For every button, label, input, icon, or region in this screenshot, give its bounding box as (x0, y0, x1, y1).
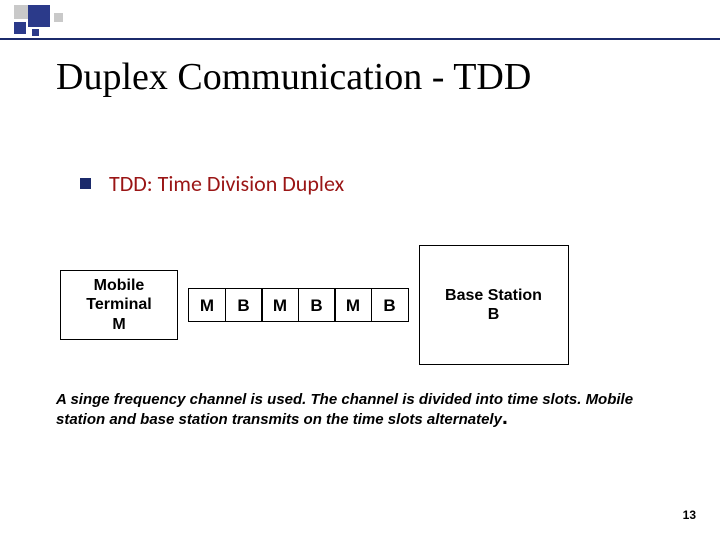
time-slot: M (188, 288, 226, 322)
mobile-terminal-box: Mobile Terminal M (60, 270, 178, 340)
tdd-diagram: Mobile Terminal M M B M B M B Base Stati… (60, 245, 569, 365)
time-slot: M (334, 288, 372, 322)
time-slot: M (261, 288, 299, 322)
corner-decoration (14, 5, 84, 35)
time-slot: B (298, 288, 336, 322)
bullet-item: TDD: Time Division Duplex (80, 170, 344, 197)
mobile-terminal-line3: M (61, 315, 177, 334)
time-slot: B (371, 288, 409, 322)
bullet-text: TDD: Time Division Duplex (109, 170, 344, 197)
explanation-text: A singe frequency channel is used. The c… (56, 390, 664, 431)
base-station-box: Base Station B (419, 245, 569, 365)
base-station-line2: B (420, 305, 568, 324)
page-number: 13 (683, 508, 696, 522)
base-station-line1: Base Station (420, 286, 568, 305)
explanation-body: A singe frequency channel is used. The c… (56, 391, 633, 428)
page-title: Duplex Communication - TDD (56, 55, 531, 99)
mobile-terminal-line1: Mobile (61, 276, 177, 295)
bullet-icon (80, 178, 91, 189)
time-slot: B (225, 288, 263, 322)
time-slots: M B M B M B (188, 288, 409, 322)
top-divider (0, 38, 720, 40)
mobile-terminal-line2: Terminal (61, 295, 177, 314)
